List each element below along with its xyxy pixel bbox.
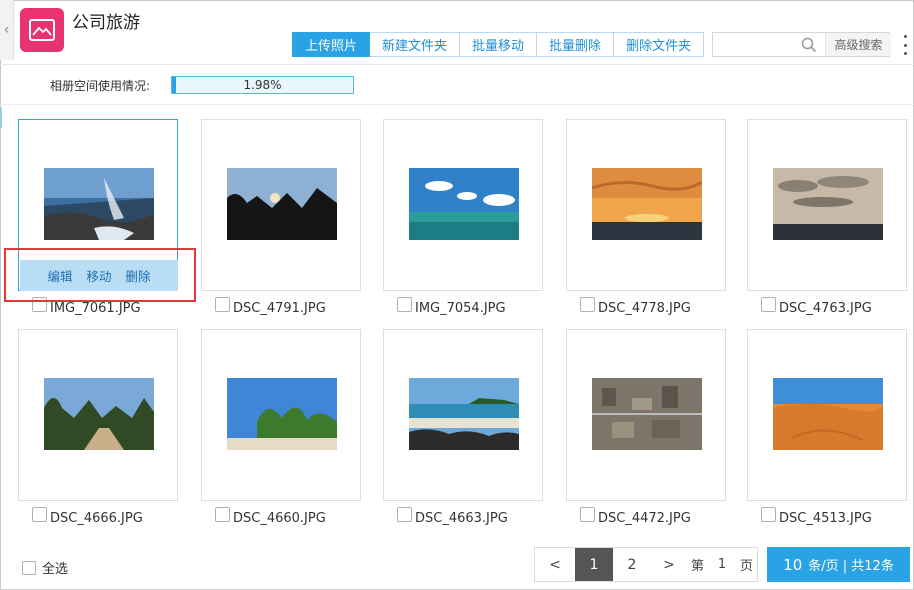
photo-thumbnail-frame[interactable] xyxy=(201,119,361,291)
new-folder-button[interactable]: 新建文件夹 xyxy=(370,32,461,57)
advanced-search-button[interactable]: 高级搜索 xyxy=(825,33,891,56)
sidebar-indicator xyxy=(0,108,2,128)
header-divider xyxy=(0,64,914,65)
delete-folder-button[interactable]: 删除文件夹 xyxy=(614,32,705,57)
photo-thumbnail-frame[interactable] xyxy=(566,329,726,501)
photo-thumbnail[interactable] xyxy=(44,168,154,240)
photo-filename: DSC_4763.JPG xyxy=(779,301,872,316)
photo-card[interactable]: DSC_4666.JPG xyxy=(18,329,180,526)
photo-filename: DSC_4791.JPG xyxy=(233,301,326,316)
quota-divider xyxy=(0,104,914,105)
quota-progress-bar: 1.98% xyxy=(171,76,354,94)
pagination: < 1 2 > 第 1 页 xyxy=(534,547,759,582)
photo-checkbox[interactable] xyxy=(397,507,412,522)
photo-card[interactable]: DSC_4472.JPG xyxy=(566,329,728,526)
per-page-summary: 条/页 | 共12条 xyxy=(808,559,894,574)
action-highlight-box xyxy=(4,248,196,302)
select-all-checkbox[interactable] xyxy=(22,560,36,575)
photo-thumbnail[interactable] xyxy=(44,378,154,450)
photo-card[interactable]: DSC_4791.JPG xyxy=(201,119,363,316)
page-2-button[interactable]: 2 xyxy=(613,548,651,581)
select-all-label: 全选 xyxy=(42,562,69,577)
photo-filename: DSC_4660.JPG xyxy=(233,511,326,526)
photo-card[interactable]: DSC_4778.JPG xyxy=(566,119,728,316)
photo-filename: DSC_4666.JPG xyxy=(50,511,143,526)
goto-suffix: 页 xyxy=(740,559,754,574)
photo-thumbnail[interactable] xyxy=(773,168,883,240)
photo-card[interactable]: IMG_7054.JPG xyxy=(383,119,545,316)
photo-thumbnail-frame[interactable] xyxy=(383,329,543,501)
photo-thumbnail-frame[interactable] xyxy=(747,119,907,291)
photo-checkbox[interactable] xyxy=(32,507,47,522)
photo-checkbox[interactable] xyxy=(215,297,230,312)
photo-thumbnail-frame[interactable] xyxy=(747,329,907,501)
back-arrow-icon[interactable]: ‹ xyxy=(0,0,14,60)
upload-photo-button[interactable]: 上传照片 xyxy=(292,32,371,57)
goto-prefix: 第 xyxy=(691,559,705,574)
photo-checkbox[interactable] xyxy=(215,507,230,522)
photo-checkbox[interactable] xyxy=(397,297,412,312)
photo-thumbnail[interactable] xyxy=(409,378,519,450)
picture-icon xyxy=(29,19,55,41)
batch-move-button[interactable]: 批量移动 xyxy=(460,32,538,57)
album-app-icon xyxy=(20,8,64,52)
search-box: 高级搜索 xyxy=(712,32,891,57)
more-menu-icon[interactable] xyxy=(902,35,908,55)
photo-thumbnail[interactable] xyxy=(592,378,702,450)
photo-checkbox[interactable] xyxy=(761,507,776,522)
photo-card[interactable]: DSC_4513.JPG xyxy=(747,329,909,526)
photo-thumbnail-frame[interactable] xyxy=(383,119,543,291)
photo-checkbox[interactable] xyxy=(761,297,776,312)
photo-thumbnail[interactable] xyxy=(227,168,337,240)
next-page-button[interactable]: > xyxy=(651,548,687,581)
photo-thumbnail-frame[interactable] xyxy=(566,119,726,291)
batch-delete-button[interactable]: 批量删除 xyxy=(537,32,615,57)
photo-thumbnail-frame[interactable] xyxy=(201,329,361,501)
photo-thumbnail-frame[interactable] xyxy=(18,329,178,501)
photo-filename: DSC_4472.JPG xyxy=(598,511,691,526)
goto-page-input[interactable]: 1 xyxy=(708,548,736,581)
page-1-button[interactable]: 1 xyxy=(575,548,613,581)
per-page-selector[interactable]: 10 条/页 | 共12条 xyxy=(767,547,910,582)
photo-filename: DSC_4778.JPG xyxy=(598,301,691,316)
photo-card[interactable]: DSC_4660.JPG xyxy=(201,329,363,526)
prev-page-button[interactable]: < xyxy=(535,548,575,581)
photo-card[interactable]: DSC_4763.JPG xyxy=(747,119,909,316)
photo-thumbnail[interactable] xyxy=(592,168,702,240)
search-icon[interactable] xyxy=(801,37,817,53)
photo-thumbnail[interactable] xyxy=(409,168,519,240)
album-title: 公司旅游 xyxy=(72,13,140,33)
quota-label: 相册空间使用情况: xyxy=(50,79,151,93)
photo-filename: IMG_7061.JPG xyxy=(50,301,141,316)
toolbar: 上传照片 新建文件夹 批量移动 批量删除 删除文件夹 xyxy=(292,32,705,57)
photo-filename: IMG_7054.JPG xyxy=(415,301,506,316)
select-all[interactable]: 全选 xyxy=(22,558,68,577)
photo-card[interactable]: DSC_4663.JPG xyxy=(383,329,545,526)
photo-filename: DSC_4663.JPG xyxy=(415,511,508,526)
quota-percent: 1.98% xyxy=(243,78,282,92)
photo-checkbox[interactable] xyxy=(580,297,595,312)
photo-thumbnail[interactable] xyxy=(227,378,337,450)
photo-filename: DSC_4513.JPG xyxy=(779,511,872,526)
per-page-value: 10 xyxy=(783,555,803,574)
photo-checkbox[interactable] xyxy=(580,507,595,522)
photo-thumbnail[interactable] xyxy=(773,378,883,450)
